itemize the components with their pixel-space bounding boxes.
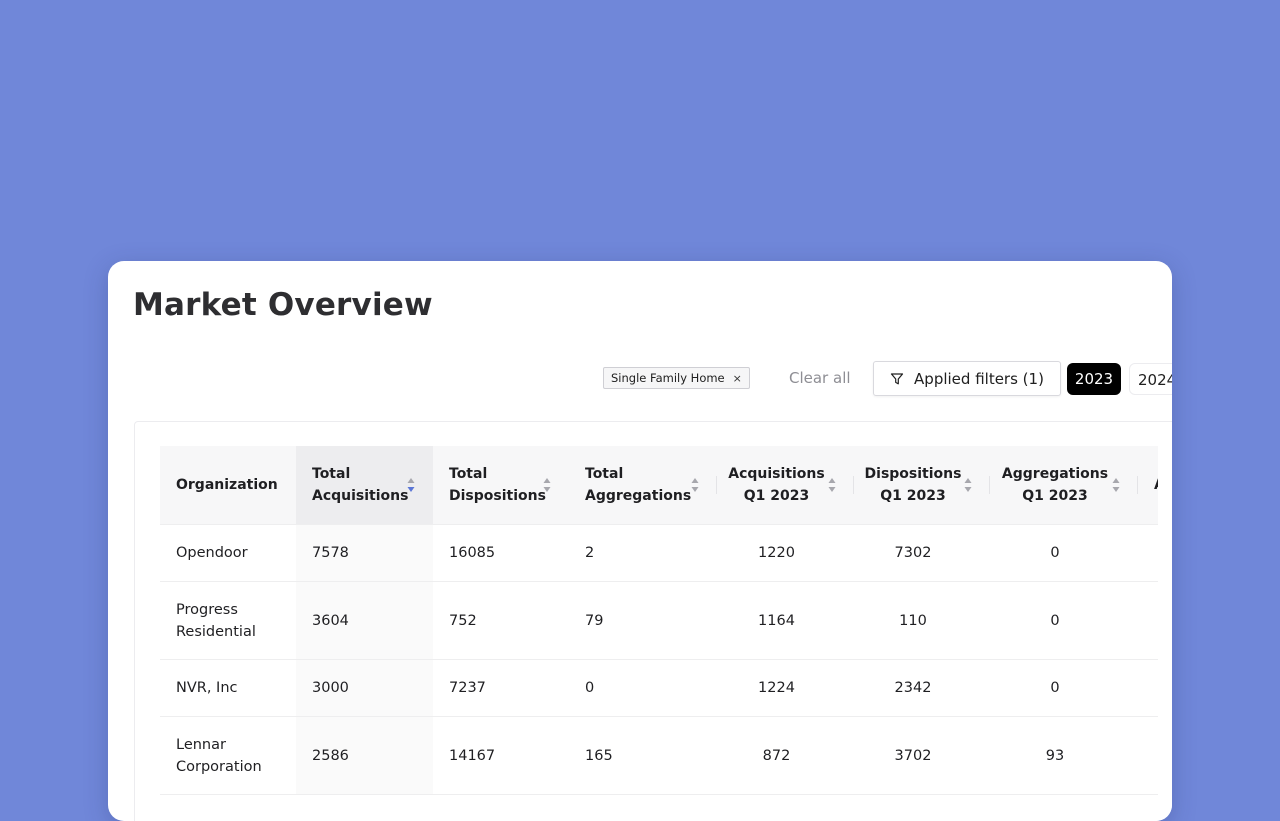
organization-name: NVR, Inc <box>176 680 238 696</box>
filter-icon <box>890 372 904 384</box>
value-cell: 1164 <box>717 581 854 660</box>
table-header-row: Organization Total Acquisitions Total Dispos… <box>160 446 1158 525</box>
value-cell <box>1138 716 1158 795</box>
value-cell: 3000 <box>296 659 433 717</box>
table-row[interactable]: NVR, Inc 3000 7237 0 1224 2342 0 <box>160 659 1158 717</box>
value-cell: 3604 <box>296 581 433 660</box>
value-cell: 0 <box>990 581 1138 660</box>
close-icon[interactable]: × <box>733 372 742 385</box>
sort-icon[interactable] <box>1112 476 1120 494</box>
value-cell <box>1138 524 1158 582</box>
sort-icon[interactable] <box>964 476 972 494</box>
value-cell: 752 <box>433 581 569 660</box>
value-cell: 872 <box>717 716 854 795</box>
value-cell: 0 <box>990 659 1138 717</box>
sort-icon[interactable] <box>407 476 415 494</box>
value-cell: 7237 <box>433 659 569 717</box>
column-header-label: Dispositions <box>449 488 546 504</box>
organization-name: Residential <box>176 623 256 640</box>
year-tab-2024[interactable]: 2024 <box>1129 363 1172 395</box>
column-header-label: Dispositions <box>864 466 962 482</box>
year-tab-2023[interactable]: 2023 <box>1067 363 1121 395</box>
sort-icon[interactable] <box>828 476 836 494</box>
organization-name: Progress <box>176 601 238 618</box>
applied-filters-label: Applied filters (1) <box>914 369 1044 388</box>
column-header[interactable]: Dispositions Q1 2023 <box>854 446 990 525</box>
clear-all-button[interactable]: Clear all <box>789 368 851 388</box>
value-cell: 2586 <box>296 716 433 795</box>
column-header-label: Aggregations <box>585 488 692 504</box>
column-header-label: Q1 2023 <box>1022 488 1088 504</box>
value-cell: 2 <box>569 524 717 582</box>
value-cell: 93 <box>990 716 1138 795</box>
value-cell: 16085 <box>433 524 569 582</box>
column-header-label: Acquisitions <box>728 466 825 482</box>
column-header-label: A <box>1154 477 1158 493</box>
column-header-label: Q1 2023 <box>743 488 810 504</box>
value-cell: 7578 <box>296 524 433 582</box>
organization-cell: Progress Residential <box>160 581 296 660</box>
value-cell: 1224 <box>717 659 854 717</box>
market-table: Organization Total Acquisitions Total Dispos… <box>160 446 1158 795</box>
value-cell: 2342 <box>854 659 990 717</box>
table-row[interactable]: Opendoor 7578 16085 2 1220 7302 0 <box>160 524 1158 582</box>
value-cell: 3702 <box>854 716 990 795</box>
page-title: Market Overview <box>133 287 433 323</box>
organization-cell: NVR, Inc <box>160 659 296 717</box>
column-header-label: Total <box>449 466 488 482</box>
value-cell: 14167 <box>433 716 569 795</box>
column-header[interactable]: Total Acquisitions <box>296 446 433 525</box>
column-header-label: Aggregations <box>1001 466 1109 482</box>
sort-icon[interactable] <box>543 476 551 494</box>
market-overview-card: Market Overview Single Family Home × Cle… <box>108 261 1172 821</box>
organization-name: Lennar <box>176 736 226 753</box>
value-cell: 165 <box>569 716 717 795</box>
sort-icon[interactable] <box>691 476 699 494</box>
organization-cell: Lennar Corporation <box>160 716 296 795</box>
column-header[interactable]: A <box>1138 446 1158 525</box>
column-header-label: Total <box>312 466 351 482</box>
organization-name: Opendoor <box>176 545 248 561</box>
table-row[interactable]: Progress Residential 3604 752 79 1164 110 0 <box>160 581 1158 660</box>
column-header[interactable]: Total Dispositions <box>433 446 569 525</box>
organization-cell: Opendoor <box>160 524 296 582</box>
value-cell: 7302 <box>854 524 990 582</box>
organization-name: Corporation <box>176 758 262 775</box>
column-header-label: Organization <box>176 477 278 493</box>
table-row[interactable]: Lennar Corporation 2586 14167 165 872 3702 93 <box>160 716 1158 795</box>
market-table-panel: Organization Total Acquisitions Total Dispos… <box>134 421 1172 821</box>
value-cell: 0 <box>569 659 717 717</box>
column-header: Organization <box>160 446 296 525</box>
column-header[interactable]: Aggregations Q1 2023 <box>990 446 1138 525</box>
value-cell <box>1138 659 1158 717</box>
column-header-label: Total <box>585 466 624 482</box>
column-header[interactable]: Acquisitions Q1 2023 <box>717 446 854 525</box>
value-cell: 110 <box>854 581 990 660</box>
filter-chip-single-family-home[interactable]: Single Family Home × <box>603 367 750 389</box>
value-cell: 1220 <box>717 524 854 582</box>
value-cell: 79 <box>569 581 717 660</box>
column-header-label: Acquisitions <box>312 488 409 504</box>
column-header[interactable]: Total Aggregations <box>569 446 717 525</box>
table-scroll-area[interactable]: Organization Total Acquisitions Total Dispos… <box>160 446 1158 821</box>
value-cell <box>1138 581 1158 660</box>
filter-chip-label: Single Family Home <box>611 371 725 385</box>
table-body: Opendoor 7578 16085 2 1220 7302 0 Progress Resid… <box>160 524 1158 795</box>
column-header-label: Q1 2023 <box>880 488 946 504</box>
applied-filters-button[interactable]: Applied filters (1) <box>873 361 1061 396</box>
value-cell: 0 <box>990 524 1138 582</box>
